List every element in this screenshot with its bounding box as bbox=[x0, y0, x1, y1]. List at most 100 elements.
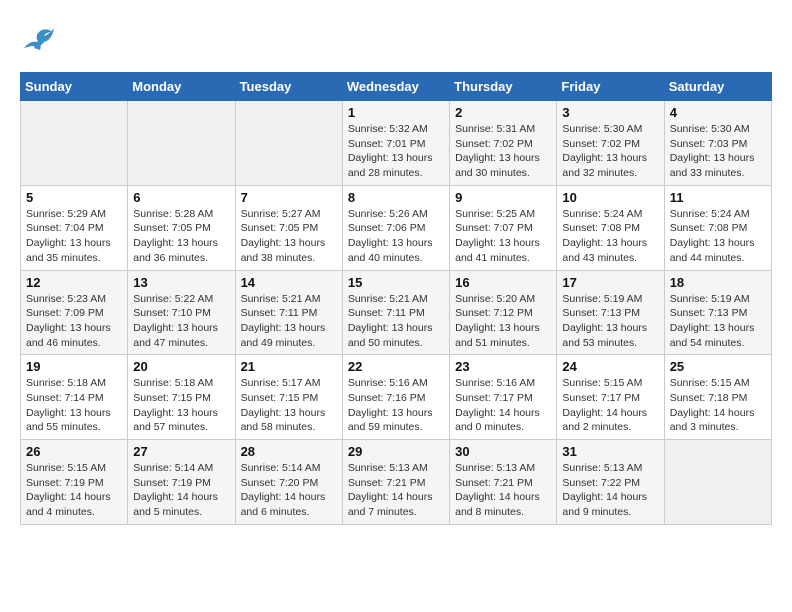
weekday-header: Sunday bbox=[21, 73, 128, 101]
day-info: Sunrise: 5:13 AM Sunset: 7:21 PM Dayligh… bbox=[455, 461, 551, 520]
calendar-cell bbox=[664, 440, 771, 525]
logo-icon bbox=[20, 20, 56, 56]
day-info: Sunrise: 5:21 AM Sunset: 7:11 PM Dayligh… bbox=[348, 292, 444, 351]
day-info: Sunrise: 5:30 AM Sunset: 7:03 PM Dayligh… bbox=[670, 122, 766, 181]
day-number: 25 bbox=[670, 359, 766, 374]
calendar-cell bbox=[21, 101, 128, 186]
day-number: 11 bbox=[670, 190, 766, 205]
calendar-cell: 24 Sunrise: 5:15 AM Sunset: 7:17 PM Dayli… bbox=[557, 355, 664, 440]
day-info: Sunrise: 5:16 AM Sunset: 7:16 PM Dayligh… bbox=[348, 376, 444, 435]
page-header bbox=[20, 20, 772, 56]
day-info: Sunrise: 5:27 AM Sunset: 7:05 PM Dayligh… bbox=[241, 207, 337, 266]
day-number: 30 bbox=[455, 444, 551, 459]
day-info: Sunrise: 5:19 AM Sunset: 7:13 PM Dayligh… bbox=[562, 292, 658, 351]
day-info: Sunrise: 5:22 AM Sunset: 7:10 PM Dayligh… bbox=[133, 292, 229, 351]
day-number: 18 bbox=[670, 275, 766, 290]
day-info: Sunrise: 5:14 AM Sunset: 7:20 PM Dayligh… bbox=[241, 461, 337, 520]
day-info: Sunrise: 5:18 AM Sunset: 7:15 PM Dayligh… bbox=[133, 376, 229, 435]
day-info: Sunrise: 5:24 AM Sunset: 7:08 PM Dayligh… bbox=[670, 207, 766, 266]
weekday-header: Wednesday bbox=[342, 73, 449, 101]
calendar-cell bbox=[128, 101, 235, 186]
day-info: Sunrise: 5:26 AM Sunset: 7:06 PM Dayligh… bbox=[348, 207, 444, 266]
calendar-cell: 8 Sunrise: 5:26 AM Sunset: 7:06 PM Daylig… bbox=[342, 185, 449, 270]
day-number: 5 bbox=[26, 190, 122, 205]
calendar-cell: 27Sunrise: 5:14 AM Sunset: 7:19 PM Dayli… bbox=[128, 440, 235, 525]
weekday-header: Saturday bbox=[664, 73, 771, 101]
day-info: Sunrise: 5:15 AM Sunset: 7:19 PM Dayligh… bbox=[26, 461, 122, 520]
day-info: Sunrise: 5:21 AM Sunset: 7:11 PM Dayligh… bbox=[241, 292, 337, 351]
calendar-cell: 22 Sunrise: 5:16 AM Sunset: 7:16 PM Dayli… bbox=[342, 355, 449, 440]
day-number: 24 bbox=[562, 359, 658, 374]
day-number: 6 bbox=[133, 190, 229, 205]
day-info: Sunrise: 5:29 AM Sunset: 7:04 PM Dayligh… bbox=[26, 207, 122, 266]
calendar-cell: 9 Sunrise: 5:25 AM Sunset: 7:07 PM Daylig… bbox=[450, 185, 557, 270]
calendar-cell: 6 Sunrise: 5:28 AM Sunset: 7:05 PM Daylig… bbox=[128, 185, 235, 270]
day-info: Sunrise: 5:25 AM Sunset: 7:07 PM Dayligh… bbox=[455, 207, 551, 266]
weekday-header: Tuesday bbox=[235, 73, 342, 101]
day-number: 16 bbox=[455, 275, 551, 290]
weekday-header: Friday bbox=[557, 73, 664, 101]
calendar-cell: 13 Sunrise: 5:22 AM Sunset: 7:10 PM Dayli… bbox=[128, 270, 235, 355]
day-number: 10 bbox=[562, 190, 658, 205]
day-number: 22 bbox=[348, 359, 444, 374]
calendar-cell: 2Sunrise: 5:31 AM Sunset: 7:02 PM Daylig… bbox=[450, 101, 557, 186]
calendar-cell: 15 Sunrise: 5:21 AM Sunset: 7:11 PM Dayli… bbox=[342, 270, 449, 355]
calendar-cell: 10 Sunrise: 5:24 AM Sunset: 7:08 PM Dayli… bbox=[557, 185, 664, 270]
day-number: 7 bbox=[241, 190, 337, 205]
day-info: Sunrise: 5:31 AM Sunset: 7:02 PM Dayligh… bbox=[455, 122, 551, 181]
calendar-cell: 17Sunrise: 5:19 AM Sunset: 7:13 PM Dayli… bbox=[557, 270, 664, 355]
calendar-cell: 1 Sunrise: 5:32 AM Sunset: 7:01 PM Daylig… bbox=[342, 101, 449, 186]
calendar-table: SundayMondayTuesdayWednesdayThursdayFrid… bbox=[20, 72, 772, 525]
calendar-cell bbox=[235, 101, 342, 186]
day-number: 20 bbox=[133, 359, 229, 374]
calendar-cell: 26 Sunrise: 5:15 AM Sunset: 7:19 PM Dayli… bbox=[21, 440, 128, 525]
day-number: 14 bbox=[241, 275, 337, 290]
calendar-cell: 18 Sunrise: 5:19 AM Sunset: 7:13 PM Dayli… bbox=[664, 270, 771, 355]
day-number: 4 bbox=[670, 105, 766, 120]
calendar-cell: 19Sunrise: 5:18 AM Sunset: 7:14 PM Dayli… bbox=[21, 355, 128, 440]
calendar-cell: 7 Sunrise: 5:27 AM Sunset: 7:05 PM Daylig… bbox=[235, 185, 342, 270]
day-info: Sunrise: 5:15 AM Sunset: 7:18 PM Dayligh… bbox=[670, 376, 766, 435]
day-info: Sunrise: 5:32 AM Sunset: 7:01 PM Dayligh… bbox=[348, 122, 444, 181]
day-info: Sunrise: 5:16 AM Sunset: 7:17 PM Dayligh… bbox=[455, 376, 551, 435]
calendar-cell: 25 Sunrise: 5:15 AM Sunset: 7:18 PM Dayli… bbox=[664, 355, 771, 440]
day-number: 3 bbox=[562, 105, 658, 120]
calendar-cell: 5 Sunrise: 5:29 AM Sunset: 7:04 PM Daylig… bbox=[21, 185, 128, 270]
day-info: Sunrise: 5:30 AM Sunset: 7:02 PM Dayligh… bbox=[562, 122, 658, 181]
day-number: 8 bbox=[348, 190, 444, 205]
day-number: 19 bbox=[26, 359, 122, 374]
day-info: Sunrise: 5:13 AM Sunset: 7:22 PM Dayligh… bbox=[562, 461, 658, 520]
calendar-cell: 16 Sunrise: 5:20 AM Sunset: 7:12 PM Dayli… bbox=[450, 270, 557, 355]
calendar-cell: 3 Sunrise: 5:30 AM Sunset: 7:02 PM Daylig… bbox=[557, 101, 664, 186]
day-number: 13 bbox=[133, 275, 229, 290]
day-number: 26 bbox=[26, 444, 122, 459]
day-info: Sunrise: 5:24 AM Sunset: 7:08 PM Dayligh… bbox=[562, 207, 658, 266]
calendar-cell: 20 Sunrise: 5:18 AM Sunset: 7:15 PM Dayli… bbox=[128, 355, 235, 440]
day-number: 21 bbox=[241, 359, 337, 374]
day-number: 28 bbox=[241, 444, 337, 459]
day-number: 27 bbox=[133, 444, 229, 459]
day-info: Sunrise: 5:17 AM Sunset: 7:15 PM Dayligh… bbox=[241, 376, 337, 435]
day-number: 29 bbox=[348, 444, 444, 459]
weekday-header: Thursday bbox=[450, 73, 557, 101]
calendar-cell: 4 Sunrise: 5:30 AM Sunset: 7:03 PM Daylig… bbox=[664, 101, 771, 186]
calendar-cell: 31Sunrise: 5:13 AM Sunset: 7:22 PM Dayli… bbox=[557, 440, 664, 525]
day-info: Sunrise: 5:28 AM Sunset: 7:05 PM Dayligh… bbox=[133, 207, 229, 266]
day-number: 1 bbox=[348, 105, 444, 120]
calendar-cell: 29Sunrise: 5:13 AM Sunset: 7:21 PM Dayli… bbox=[342, 440, 449, 525]
day-number: 15 bbox=[348, 275, 444, 290]
calendar-cell: 23 Sunrise: 5:16 AM Sunset: 7:17 PM Dayli… bbox=[450, 355, 557, 440]
calendar-cell: 21 Sunrise: 5:17 AM Sunset: 7:15 PM Dayli… bbox=[235, 355, 342, 440]
calendar-cell: 28 Sunrise: 5:14 AM Sunset: 7:20 PM Dayli… bbox=[235, 440, 342, 525]
day-number: 23 bbox=[455, 359, 551, 374]
calendar-cell: 14 Sunrise: 5:21 AM Sunset: 7:11 PM Dayli… bbox=[235, 270, 342, 355]
day-info: Sunrise: 5:23 AM Sunset: 7:09 PM Dayligh… bbox=[26, 292, 122, 351]
day-info: Sunrise: 5:20 AM Sunset: 7:12 PM Dayligh… bbox=[455, 292, 551, 351]
weekday-header: Monday bbox=[128, 73, 235, 101]
calendar-cell: 30 Sunrise: 5:13 AM Sunset: 7:21 PM Dayli… bbox=[450, 440, 557, 525]
day-info: Sunrise: 5:15 AM Sunset: 7:17 PM Dayligh… bbox=[562, 376, 658, 435]
logo bbox=[20, 20, 60, 56]
day-number: 9 bbox=[455, 190, 551, 205]
day-info: Sunrise: 5:19 AM Sunset: 7:13 PM Dayligh… bbox=[670, 292, 766, 351]
calendar-header: SundayMondayTuesdayWednesdayThursdayFrid… bbox=[21, 73, 772, 101]
